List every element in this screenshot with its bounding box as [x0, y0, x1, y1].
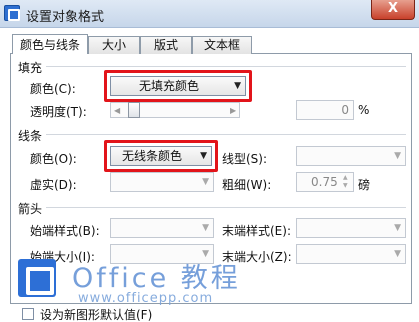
- transparency-slider-thumb[interactable]: [128, 102, 140, 118]
- fill-color-value: 无填充颜色: [138, 79, 199, 93]
- tab-text-box[interactable]: 文本框: [192, 36, 252, 54]
- fill-color-label: 颜色(C):: [30, 82, 76, 96]
- weight-spin-icon[interactable]: ▲ ▼: [343, 174, 353, 190]
- chevron-down-icon: ▼: [394, 249, 401, 259]
- chevron-down-icon: ▼: [202, 177, 209, 187]
- fill-color-dropdown[interactable]: 无填充颜色 ▼: [110, 76, 246, 96]
- line-divider: [46, 134, 406, 135]
- slider-left-arrow-icon[interactable]: ◀: [114, 106, 120, 115]
- line-section-title: 线条: [18, 129, 43, 143]
- tab-layout[interactable]: 版式: [140, 36, 192, 54]
- fill-divider: [46, 66, 406, 67]
- watermark-title: Office 教程: [72, 263, 241, 294]
- arrows-section-title: 箭头: [18, 202, 43, 216]
- chevron-down-icon: ▼: [394, 151, 401, 161]
- weight-unit: 磅: [358, 178, 371, 192]
- dash-label: 虚实(D):: [30, 178, 77, 192]
- window-title: 设置对象格式: [26, 10, 105, 25]
- end-size-dropdown[interactable]: ▼: [296, 244, 406, 264]
- weight-value: 0.75: [311, 175, 338, 189]
- tab-size[interactable]: 大小: [88, 36, 140, 54]
- begin-style-dropdown[interactable]: ▼: [110, 218, 214, 238]
- line-color-label: 颜色(O):: [30, 152, 77, 166]
- transparency-unit: %: [358, 103, 370, 117]
- app-icon: [4, 5, 20, 21]
- dash-dropdown[interactable]: ▼: [110, 172, 214, 192]
- tab-strip: 颜色与线条 大小 版式 文本框: [10, 34, 412, 55]
- line-color-dropdown[interactable]: 无线条颜色 ▼: [110, 146, 212, 166]
- office-logo-icon: [18, 259, 56, 297]
- title-bar: 设置对象格式 X: [0, 0, 419, 28]
- transparency-input[interactable]: 0: [296, 100, 354, 120]
- tab-color-and-lines[interactable]: 颜色与线条: [12, 34, 88, 55]
- line-style-label: 线型(S):: [222, 152, 268, 166]
- chevron-down-icon: ▼: [234, 81, 241, 91]
- begin-style-label: 始端样式(B):: [30, 224, 100, 238]
- set-default-label: 设为新图形默认值(F): [40, 308, 153, 322]
- weight-label: 粗细(W):: [222, 178, 272, 192]
- line-color-value: 无线条颜色: [121, 149, 182, 163]
- close-button[interactable]: X: [371, 0, 415, 20]
- chevron-down-icon: ▼: [394, 223, 401, 233]
- set-default-checkbox[interactable]: [22, 308, 34, 320]
- transparency-value: 0: [341, 103, 349, 117]
- transparency-label: 透明度(T):: [30, 105, 87, 119]
- line-style-dropdown[interactable]: ▼: [296, 146, 406, 166]
- chevron-down-icon: ▼: [202, 223, 209, 233]
- chevron-down-icon: ▼: [200, 151, 207, 161]
- slider-right-arrow-icon[interactable]: ▶: [230, 106, 236, 115]
- arrows-divider: [46, 207, 406, 208]
- end-style-dropdown[interactable]: ▼: [296, 218, 406, 238]
- watermark-url: www.officepp.com: [78, 291, 214, 306]
- fill-section-title: 填充: [18, 61, 43, 75]
- end-style-label: 末端样式(E):: [222, 224, 291, 238]
